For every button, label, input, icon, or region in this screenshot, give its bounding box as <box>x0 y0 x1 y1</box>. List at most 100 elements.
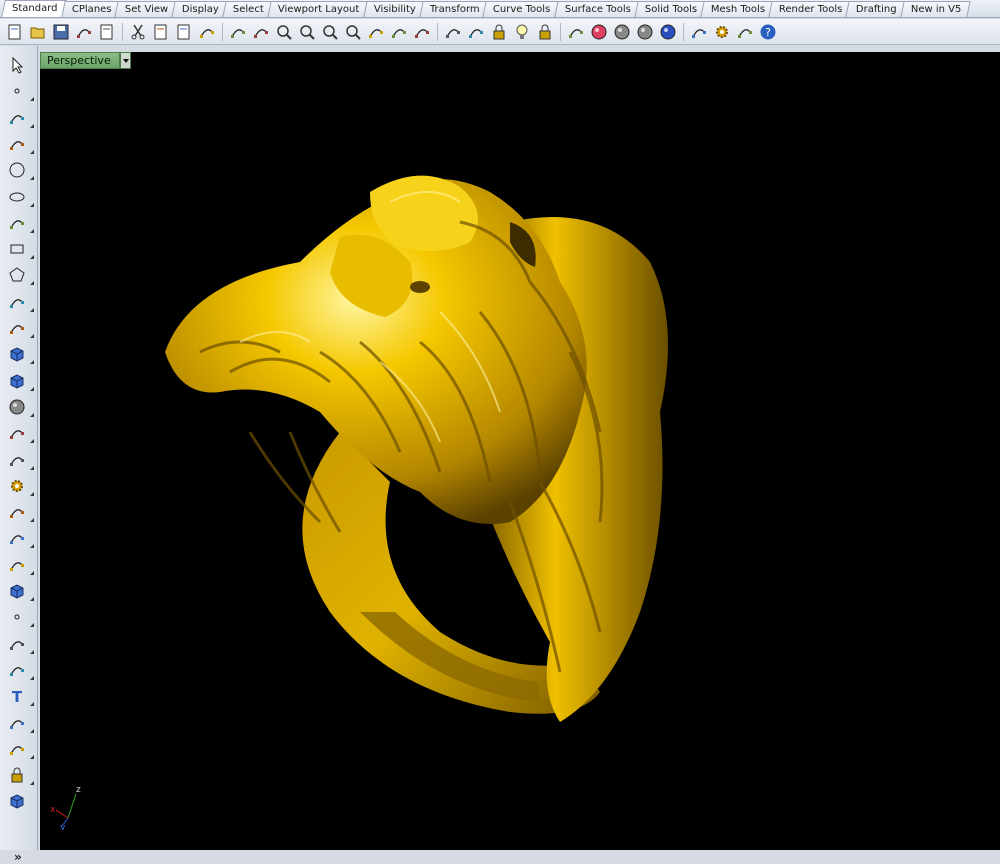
tab-drafting[interactable]: Drafting <box>845 1 906 17</box>
tab-transform[interactable]: Transform <box>418 1 488 17</box>
flyout-indicator-icon <box>30 544 34 549</box>
color-wheel-icon[interactable] <box>588 21 610 43</box>
help-icon[interactable]: ? <box>757 21 779 43</box>
sphere-icon[interactable] <box>6 396 34 418</box>
surface-icon[interactable] <box>6 317 34 339</box>
polygon-icon[interactable] <box>6 264 34 286</box>
render-box-icon[interactable] <box>6 790 28 812</box>
point-icon[interactable] <box>6 80 34 102</box>
flyout-indicator-icon <box>30 781 34 786</box>
light-icon[interactable] <box>511 21 533 43</box>
tab-label: Standard <box>12 3 58 14</box>
tab-curve-tools[interactable]: Curve Tools <box>482 1 560 17</box>
split-icon[interactable] <box>6 527 34 549</box>
svg-text:?: ? <box>765 26 771 39</box>
ellipse-icon[interactable] <box>6 186 34 208</box>
group-icon[interactable] <box>734 21 756 43</box>
bend-icon[interactable] <box>6 633 34 655</box>
more-tools-chevron-icon[interactable]: » <box>14 850 22 864</box>
toolbar-separator <box>122 22 123 41</box>
dimension-icon[interactable] <box>6 712 34 734</box>
offset-icon[interactable] <box>6 659 34 681</box>
rectangle-icon[interactable] <box>6 238 34 260</box>
gear-icon[interactable] <box>6 475 34 497</box>
lock-icon[interactable] <box>488 21 510 43</box>
tab-label: Drafting <box>856 4 897 15</box>
polyline-icon[interactable] <box>6 107 34 129</box>
shaded-sphere-icon[interactable] <box>611 21 633 43</box>
flyout-indicator-icon <box>30 702 34 707</box>
open-icon[interactable] <box>27 21 49 43</box>
tab-solid-tools[interactable]: Solid Tools <box>633 1 706 17</box>
solid-icon[interactable] <box>6 580 34 602</box>
boolean-icon[interactable] <box>6 501 34 523</box>
select-icon[interactable] <box>6 54 28 76</box>
tab-select[interactable]: Select <box>222 1 273 17</box>
cylinder-icon[interactable] <box>6 422 34 444</box>
properties-icon[interactable] <box>688 21 710 43</box>
rendered-sphere-icon[interactable] <box>634 21 656 43</box>
mesh-icon[interactable] <box>6 449 34 471</box>
flyout-indicator-icon <box>30 491 34 496</box>
zoom-selected-icon[interactable] <box>342 21 364 43</box>
hide-icon[interactable] <box>442 21 464 43</box>
four-viewports-icon[interactable] <box>388 21 410 43</box>
tab-surface-tools[interactable]: Surface Tools <box>553 1 640 17</box>
axis-y-label: y <box>60 823 66 830</box>
tab-label: Solid Tools <box>644 4 697 15</box>
copy-icon[interactable] <box>150 21 172 43</box>
print-icon[interactable] <box>73 21 95 43</box>
tab-mesh-tools[interactable]: Mesh Tools <box>700 1 774 17</box>
tab-standard[interactable]: Standard <box>1 0 67 17</box>
cut-icon[interactable] <box>127 21 149 43</box>
options-icon[interactable] <box>711 21 733 43</box>
array-icon[interactable] <box>6 738 34 760</box>
blue-sphere-icon[interactable] <box>657 21 679 43</box>
zoom-extents-icon[interactable] <box>319 21 341 43</box>
zoom-icon[interactable] <box>273 21 295 43</box>
tab-set-view[interactable]: Set View <box>114 1 178 17</box>
curve-icon[interactable] <box>6 133 34 155</box>
car-icon[interactable] <box>411 21 433 43</box>
text-icon[interactable]: T <box>6 685 34 707</box>
layers-icon[interactable] <box>565 21 587 43</box>
undo-view-icon[interactable] <box>365 21 387 43</box>
flyout-indicator-icon <box>30 176 34 181</box>
fillet-curve-icon[interactable] <box>6 291 34 313</box>
lock-objects-icon[interactable] <box>534 21 556 43</box>
box-icon[interactable] <box>6 370 34 392</box>
zoom-window-icon[interactable] <box>296 21 318 43</box>
new-icon[interactable] <box>4 21 26 43</box>
toolbar-separator <box>683 22 684 41</box>
tab-display[interactable]: Display <box>171 1 229 17</box>
flyout-indicator-icon <box>30 623 34 628</box>
show-icon[interactable] <box>465 21 487 43</box>
extrude-icon[interactable] <box>6 343 34 365</box>
tab-render-tools[interactable]: Render Tools <box>768 1 851 17</box>
paste-icon[interactable] <box>173 21 195 43</box>
toolbar-tab-strip: Standard CPlanes Set View Display Select View… <box>0 0 1000 18</box>
save-icon[interactable] <box>50 21 72 43</box>
viewport-menu-dropdown[interactable] <box>120 52 131 69</box>
circle-icon[interactable] <box>6 159 34 181</box>
tab-label: Mesh Tools <box>710 4 765 15</box>
tab-visibility[interactable]: Visibility <box>362 1 425 17</box>
import-icon[interactable] <box>96 21 118 43</box>
perspective-viewport[interactable]: Perspective z x y <box>40 52 1000 850</box>
tab-label: Render Tools <box>778 4 843 15</box>
undo-icon[interactable] <box>196 21 218 43</box>
flyout-indicator-icon <box>30 518 34 523</box>
tab-viewport-layout[interactable]: Viewport Layout <box>267 1 369 17</box>
pan-icon[interactable] <box>227 21 249 43</box>
flyout-indicator-icon <box>30 281 34 286</box>
tab-cplanes[interactable]: CPlanes <box>60 1 120 17</box>
arc-icon[interactable] <box>6 212 34 234</box>
flyout-indicator-icon <box>30 360 34 365</box>
viewport-title[interactable]: Perspective <box>40 52 120 69</box>
rotate-view-icon[interactable] <box>250 21 272 43</box>
tab-new-in-v5[interactable]: New in V5 <box>900 1 971 17</box>
lion-ring-model <box>165 175 668 722</box>
trim-icon[interactable] <box>6 554 34 576</box>
block-icon[interactable] <box>6 764 34 786</box>
points-icon[interactable] <box>6 606 34 628</box>
